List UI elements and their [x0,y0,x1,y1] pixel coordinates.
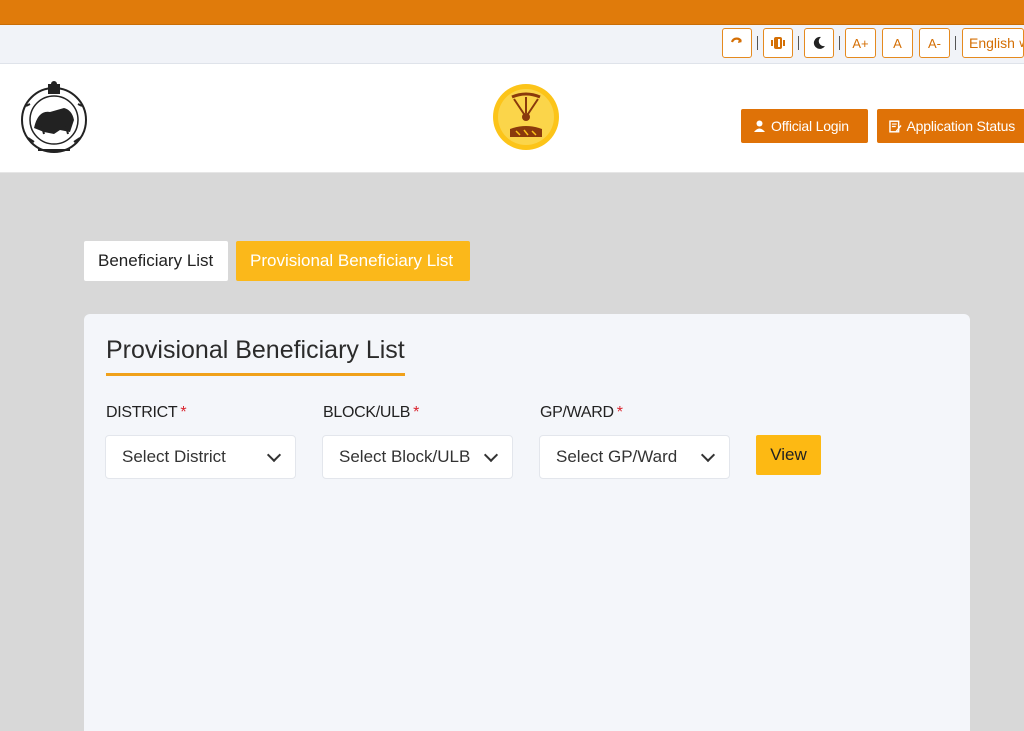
moon-icon [813,36,825,49]
main-content: Beneficiary List Provisional Beneficiary… [0,173,1024,731]
accessibility-controls: A+ A A- English ∨ [719,28,1024,58]
district-label: DISTRICT * [106,404,187,422]
block-ulb-select[interactable]: Select Block/ULB [322,435,513,479]
district-select[interactable]: Select District [105,435,296,479]
application-status-button[interactable]: Application Status [877,109,1024,143]
gp-ward-label: GP/WARD * [540,404,623,422]
separator [798,36,799,50]
separator [955,36,956,50]
tab-beneficiary-list[interactable]: Beneficiary List [84,241,228,281]
required-mark: * [413,404,420,421]
accessibility-bar: A+ A A- English ∨ [0,25,1024,64]
separator [757,36,758,50]
block-ulb-label-text: BLOCK/ULB [323,404,411,421]
font-decrease-button[interactable]: A- [919,28,950,58]
required-mark: * [616,404,623,421]
edit-document-icon [889,119,902,133]
chevron-down-icon [266,447,282,462]
site-header: Official Login Application Status [0,64,1024,173]
filter-card: Provisional Beneficiary List DISTRICT * S… [84,314,970,731]
language-select[interactable]: English ∨ [962,28,1024,58]
district-label-text: DISTRICT [106,404,178,421]
chevron-down-icon: ∨ [1018,37,1023,50]
gp-ward-select[interactable]: Select GP/Ward [539,435,730,479]
top-accent-strip [0,0,1024,25]
font-normal-button[interactable]: A [882,28,913,58]
card-title: Provisional Beneficiary List [106,336,405,376]
dark-mode-button[interactable] [804,28,834,58]
application-status-label: Application Status [906,118,1016,134]
district-select-value: Select District [122,447,226,466]
reset-button[interactable] [722,28,752,58]
state-emblem-logo [21,81,87,153]
view-button[interactable]: View [756,435,821,475]
chevron-down-icon [483,447,499,462]
official-login-label: Official Login [771,118,849,134]
gp-ward-label-text: GP/WARD [540,404,614,421]
required-mark: * [180,404,187,421]
tab-provisional-beneficiary-list[interactable]: Provisional Beneficiary List [236,241,470,281]
official-login-button[interactable]: Official Login [741,109,868,143]
user-icon [754,120,765,132]
subhadra-logo [493,84,559,150]
chevron-down-icon [700,447,716,462]
separator [839,36,840,50]
gp-ward-select-value: Select GP/Ward [556,447,678,466]
contrast-button[interactable] [763,28,793,58]
font-increase-button[interactable]: A+ [845,28,876,58]
refresh-icon [730,37,742,43]
block-ulb-label: BLOCK/ULB * [323,404,419,422]
language-value: English [969,35,1015,51]
list-tabs: Beneficiary List Provisional Beneficiary… [84,241,470,281]
contrast-icon [771,37,785,49]
block-ulb-select-value: Select Block/ULB [339,447,471,466]
